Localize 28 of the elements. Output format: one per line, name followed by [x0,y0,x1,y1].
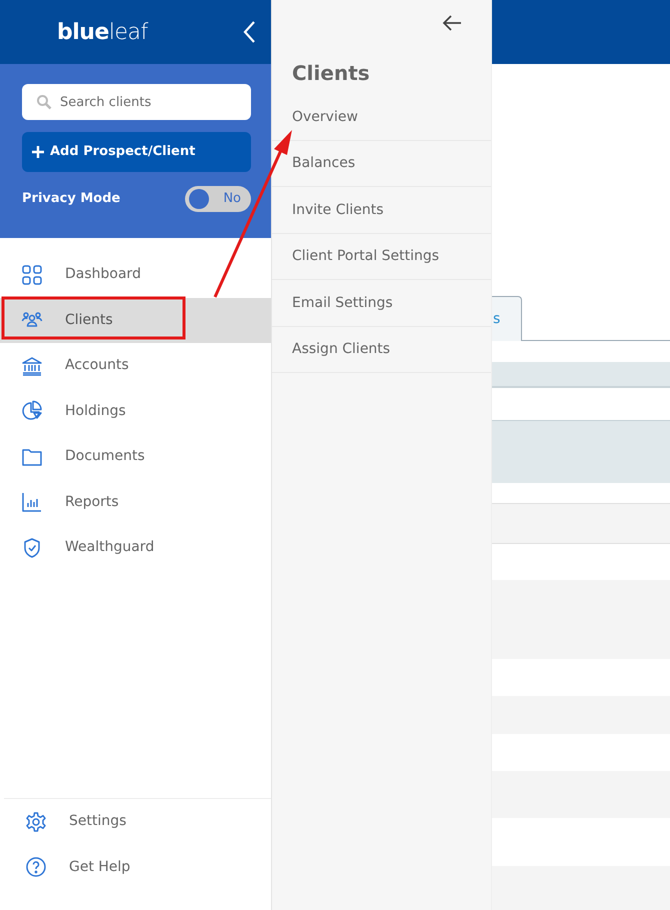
flyout-title: Clients [292,60,371,87]
tab[interactable]: s [492,296,522,341]
bar-chart-icon [21,491,43,514]
flyout-menu-item[interactable]: Invite Clients [272,187,491,234]
nav-item[interactable]: Settings [4,799,271,844]
flyout-menu-item[interactable]: Client Portal Settings [272,234,491,280]
help-icon [25,856,47,878]
pie-chart-icon [21,400,43,422]
flyout-menu-item[interactable]: Email Settings [272,280,491,326]
plus-icon [32,146,44,158]
nav-item[interactable]: Wealthguard [0,525,271,570]
nav-item[interactable]: Clients [0,298,271,343]
grid-icon [21,264,43,286]
nav-item[interactable]: Documents [0,434,271,480]
privacy-toggle[interactable]: No [185,186,251,212]
search-field[interactable]: Search clients [22,84,251,120]
logo: blueleaf [57,18,148,46]
flyout-menu-item[interactable]: Assign Clients [272,326,491,373]
nav-item[interactable]: Dashboard [0,252,271,298]
nav-item[interactable]: Reports [0,480,271,525]
nav-item[interactable]: Holdings [0,388,271,434]
bank-icon [21,354,43,377]
privacy-mode-label: Privacy Mode [22,190,120,208]
nav-item[interactable]: Get Help [4,844,271,890]
add-prospect-button[interactable]: Add Prospect/Client [22,132,251,172]
nav-item[interactable]: Accounts [0,343,271,388]
search-icon [36,94,52,110]
settings-icon [25,810,47,833]
